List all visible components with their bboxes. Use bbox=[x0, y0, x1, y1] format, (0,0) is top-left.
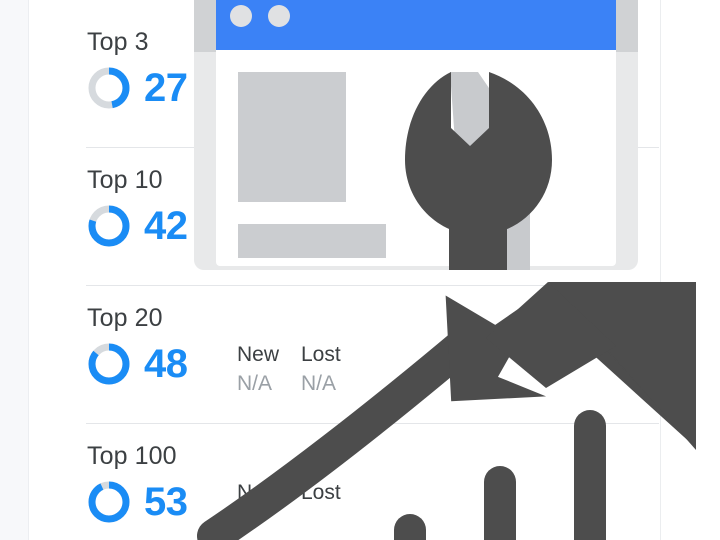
rank-row-value: 42 bbox=[144, 204, 188, 248]
rank-row-label: Top 3 bbox=[87, 28, 149, 56]
browser-window-wrench-illustration bbox=[194, 0, 638, 270]
growth-arrow-bar-chart-illustration bbox=[197, 282, 696, 540]
rank-row-metric: 27 bbox=[86, 65, 188, 111]
rank-row-metric: 48 bbox=[86, 341, 188, 387]
rank-row-metric: 53 bbox=[86, 479, 188, 525]
progress-ring-icon bbox=[88, 481, 130, 523]
rank-row-metric: 42 bbox=[86, 203, 188, 249]
rank-row-label: Top 10 bbox=[87, 166, 163, 194]
rank-row-value: 27 bbox=[144, 66, 188, 110]
rank-row-label: Top 100 bbox=[87, 442, 177, 470]
progress-ring-icon bbox=[88, 67, 130, 109]
rank-row-label: Top 20 bbox=[87, 304, 163, 332]
progress-ring-icon bbox=[88, 343, 130, 385]
page-gutter bbox=[0, 0, 29, 540]
rank-row-value: 53 bbox=[144, 480, 188, 524]
screenshot-stage: Top 3 27 Top 10 42 Top 20 48 New N/A Los… bbox=[0, 0, 720, 540]
rank-row-value: 48 bbox=[144, 342, 188, 386]
progress-ring-icon bbox=[88, 205, 130, 247]
